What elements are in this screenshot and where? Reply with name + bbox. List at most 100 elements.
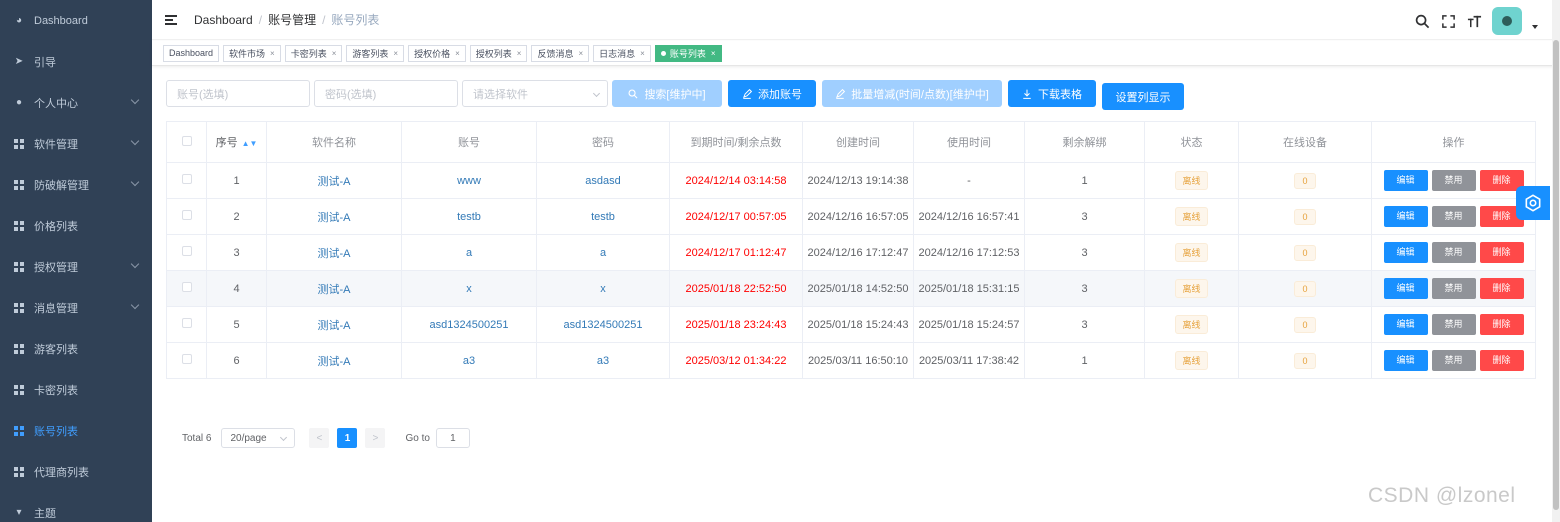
close-icon[interactable]: × xyxy=(393,49,398,58)
delete-button[interactable]: 删除 xyxy=(1479,278,1524,299)
fullscreen-icon[interactable] xyxy=(1440,13,1456,29)
row-checkbox[interactable] xyxy=(181,174,192,184)
actions-cell: 编辑 禁用 删除 xyxy=(1371,270,1536,307)
tag-view-item[interactable]: 软件市场 × xyxy=(223,44,281,62)
table-row[interactable]: 3 测试-A a a 2024/12/17 01:12:47 2024/12/16 17:… xyxy=(166,234,1536,271)
edit-button[interactable]: 编辑 xyxy=(1383,278,1428,299)
sort-icon[interactable]: ▲▼ xyxy=(242,139,258,148)
column-header[interactable]: 序号 ▲▼ xyxy=(206,121,267,163)
chevron-down-icon[interactable] xyxy=(1532,25,1538,29)
disable-button[interactable]: 禁用 xyxy=(1431,206,1476,227)
page-size-select[interactable]: 20/page xyxy=(221,428,296,448)
tag-view-item[interactable]: Dashboard xyxy=(163,44,220,62)
sidebar-item[interactable]: 防破解管理 xyxy=(0,164,152,205)
sidebar-item[interactable]: 软件管理 xyxy=(0,123,152,164)
table-row[interactable]: 6 测试-A a3 a3 2025/03/12 01:34:22 2025/03/11 1… xyxy=(166,342,1536,379)
settings-panel-button[interactable] xyxy=(1516,186,1550,220)
close-icon[interactable]: × xyxy=(455,49,460,58)
next-page-button[interactable]: > xyxy=(365,428,386,448)
close-icon[interactable]: × xyxy=(517,49,522,58)
checkbox-cell xyxy=(166,270,207,307)
select-all-checkbox[interactable] xyxy=(181,135,192,146)
disable-button[interactable]: 禁用 xyxy=(1431,278,1476,299)
status-badge: 离线 xyxy=(1175,243,1208,262)
close-icon[interactable]: × xyxy=(640,49,645,58)
column-header: 状态 xyxy=(1144,121,1239,163)
tag-view-item[interactable]: 授权价格 × xyxy=(408,44,466,62)
expire-cell: 2025/03/12 01:34:22 xyxy=(669,342,803,379)
breadcrumb-item[interactable]: Dashboard xyxy=(194,13,253,27)
software-select[interactable]: 请选择软件 xyxy=(462,80,608,107)
hamburger-icon[interactable] xyxy=(165,14,177,25)
software-select-placeholder: 请选择软件 xyxy=(473,88,528,101)
pagination-total: Total 6 xyxy=(182,432,212,444)
gear-icon xyxy=(1525,194,1541,212)
close-icon[interactable]: × xyxy=(332,49,337,58)
sidebar-item[interactable]: 价格列表 xyxy=(0,205,152,246)
sidebar-item[interactable]: 账号列表 xyxy=(0,410,152,451)
edit-button[interactable]: 编辑 xyxy=(1383,242,1428,263)
batch-adjust-button[interactable]: 批量增减(时间/点数)[维护中] xyxy=(822,80,1002,107)
password-input[interactable]: 密码(选填) xyxy=(314,80,458,107)
sidebar-item-label: 个人中心 xyxy=(34,97,78,110)
search-button[interactable]: 搜索[维护中] xyxy=(612,80,722,107)
sidebar-item[interactable]: 游客列表 xyxy=(0,328,152,369)
disable-button[interactable]: 禁用 xyxy=(1431,170,1476,191)
edit-button[interactable]: 编辑 xyxy=(1383,206,1428,227)
edit-button[interactable]: 编辑 xyxy=(1383,314,1428,335)
edit-button[interactable]: 编辑 xyxy=(1383,170,1428,191)
goto-page-input[interactable]: 1 xyxy=(435,428,470,448)
sidebar-item[interactable]: 卡密列表 xyxy=(0,369,152,410)
tag-view-item[interactable]: 游客列表 × xyxy=(346,44,405,62)
sidebar-item[interactable]: ◕ Dashboard xyxy=(0,0,152,41)
close-icon[interactable]: × xyxy=(711,49,716,58)
tag-view-item[interactable]: 日志消息 × xyxy=(593,44,651,62)
delete-button[interactable]: 删除 xyxy=(1479,350,1524,371)
breadcrumb-separator: / xyxy=(322,12,326,27)
row-checkbox[interactable] xyxy=(181,246,192,256)
row-checkbox[interactable] xyxy=(181,282,192,292)
disable-button[interactable]: 禁用 xyxy=(1431,350,1476,371)
sidebar-item[interactable]: ● 个人中心 xyxy=(0,82,152,123)
sidebar-item[interactable]: 代理商列表 xyxy=(0,451,152,492)
search-icon[interactable] xyxy=(1414,13,1430,29)
edit-button[interactable]: 编辑 xyxy=(1383,350,1428,371)
account-input[interactable]: 账号(选填) xyxy=(166,80,310,107)
sidebar-item[interactable]: ▾ 主题 xyxy=(0,492,152,522)
tag-view-item[interactable]: 卡密列表 × xyxy=(284,44,343,62)
column-header: 创建时间 xyxy=(802,121,914,163)
avatar[interactable] xyxy=(1492,7,1522,35)
delete-button[interactable]: 删除 xyxy=(1479,314,1524,335)
disable-button[interactable]: 禁用 xyxy=(1431,314,1476,335)
row-checkbox[interactable] xyxy=(181,354,192,364)
table-row[interactable]: 4 测试-A x x 2025/01/18 22:52:50 2025/01/18 14:… xyxy=(166,270,1536,307)
checkbox-cell xyxy=(166,234,207,271)
close-icon[interactable]: × xyxy=(578,49,583,58)
delete-button[interactable]: 删除 xyxy=(1479,242,1524,263)
account-cell: testb xyxy=(401,198,537,235)
close-icon[interactable]: × xyxy=(270,49,275,58)
checkbox-cell xyxy=(166,198,207,235)
font-size-icon[interactable] xyxy=(1466,13,1482,29)
search-icon xyxy=(628,88,638,98)
disable-button[interactable]: 禁用 xyxy=(1431,242,1476,263)
table-icon xyxy=(13,261,25,273)
prev-page-button[interactable]: < xyxy=(309,428,330,448)
tag-view-item[interactable]: 授权列表 × xyxy=(469,44,528,62)
page-scrollbar[interactable] xyxy=(1552,0,1560,522)
tag-view-item[interactable]: 账号列表 × xyxy=(654,44,722,62)
table-row[interactable]: 2 测试-A testb testb 2024/12/17 00:57:05 2024/1… xyxy=(166,198,1536,235)
column-settings-button[interactable]: 设置列显示 xyxy=(1102,83,1184,110)
page-number[interactable]: 1 xyxy=(337,428,358,448)
sidebar-item[interactable]: 授权管理 xyxy=(0,246,152,287)
table-row[interactable]: 1 测试-A www asdasd 2024/12/14 03:14:58 2024/12… xyxy=(166,162,1536,199)
row-checkbox[interactable] xyxy=(181,210,192,220)
sidebar-item[interactable]: ➤ 引导 xyxy=(0,41,152,82)
column-header: 操作 xyxy=(1371,121,1536,163)
add-account-button[interactable]: 添加账号 xyxy=(728,80,816,107)
row-checkbox[interactable] xyxy=(181,318,192,328)
download-button[interactable]: 下载表格 xyxy=(1008,80,1096,107)
tag-view-item[interactable]: 反馈消息 × xyxy=(531,44,590,62)
table-row[interactable]: 5 测试-A asd1324500251 asd1324500251 2025/01/1… xyxy=(166,306,1536,343)
sidebar-item[interactable]: 消息管理 xyxy=(0,287,152,328)
